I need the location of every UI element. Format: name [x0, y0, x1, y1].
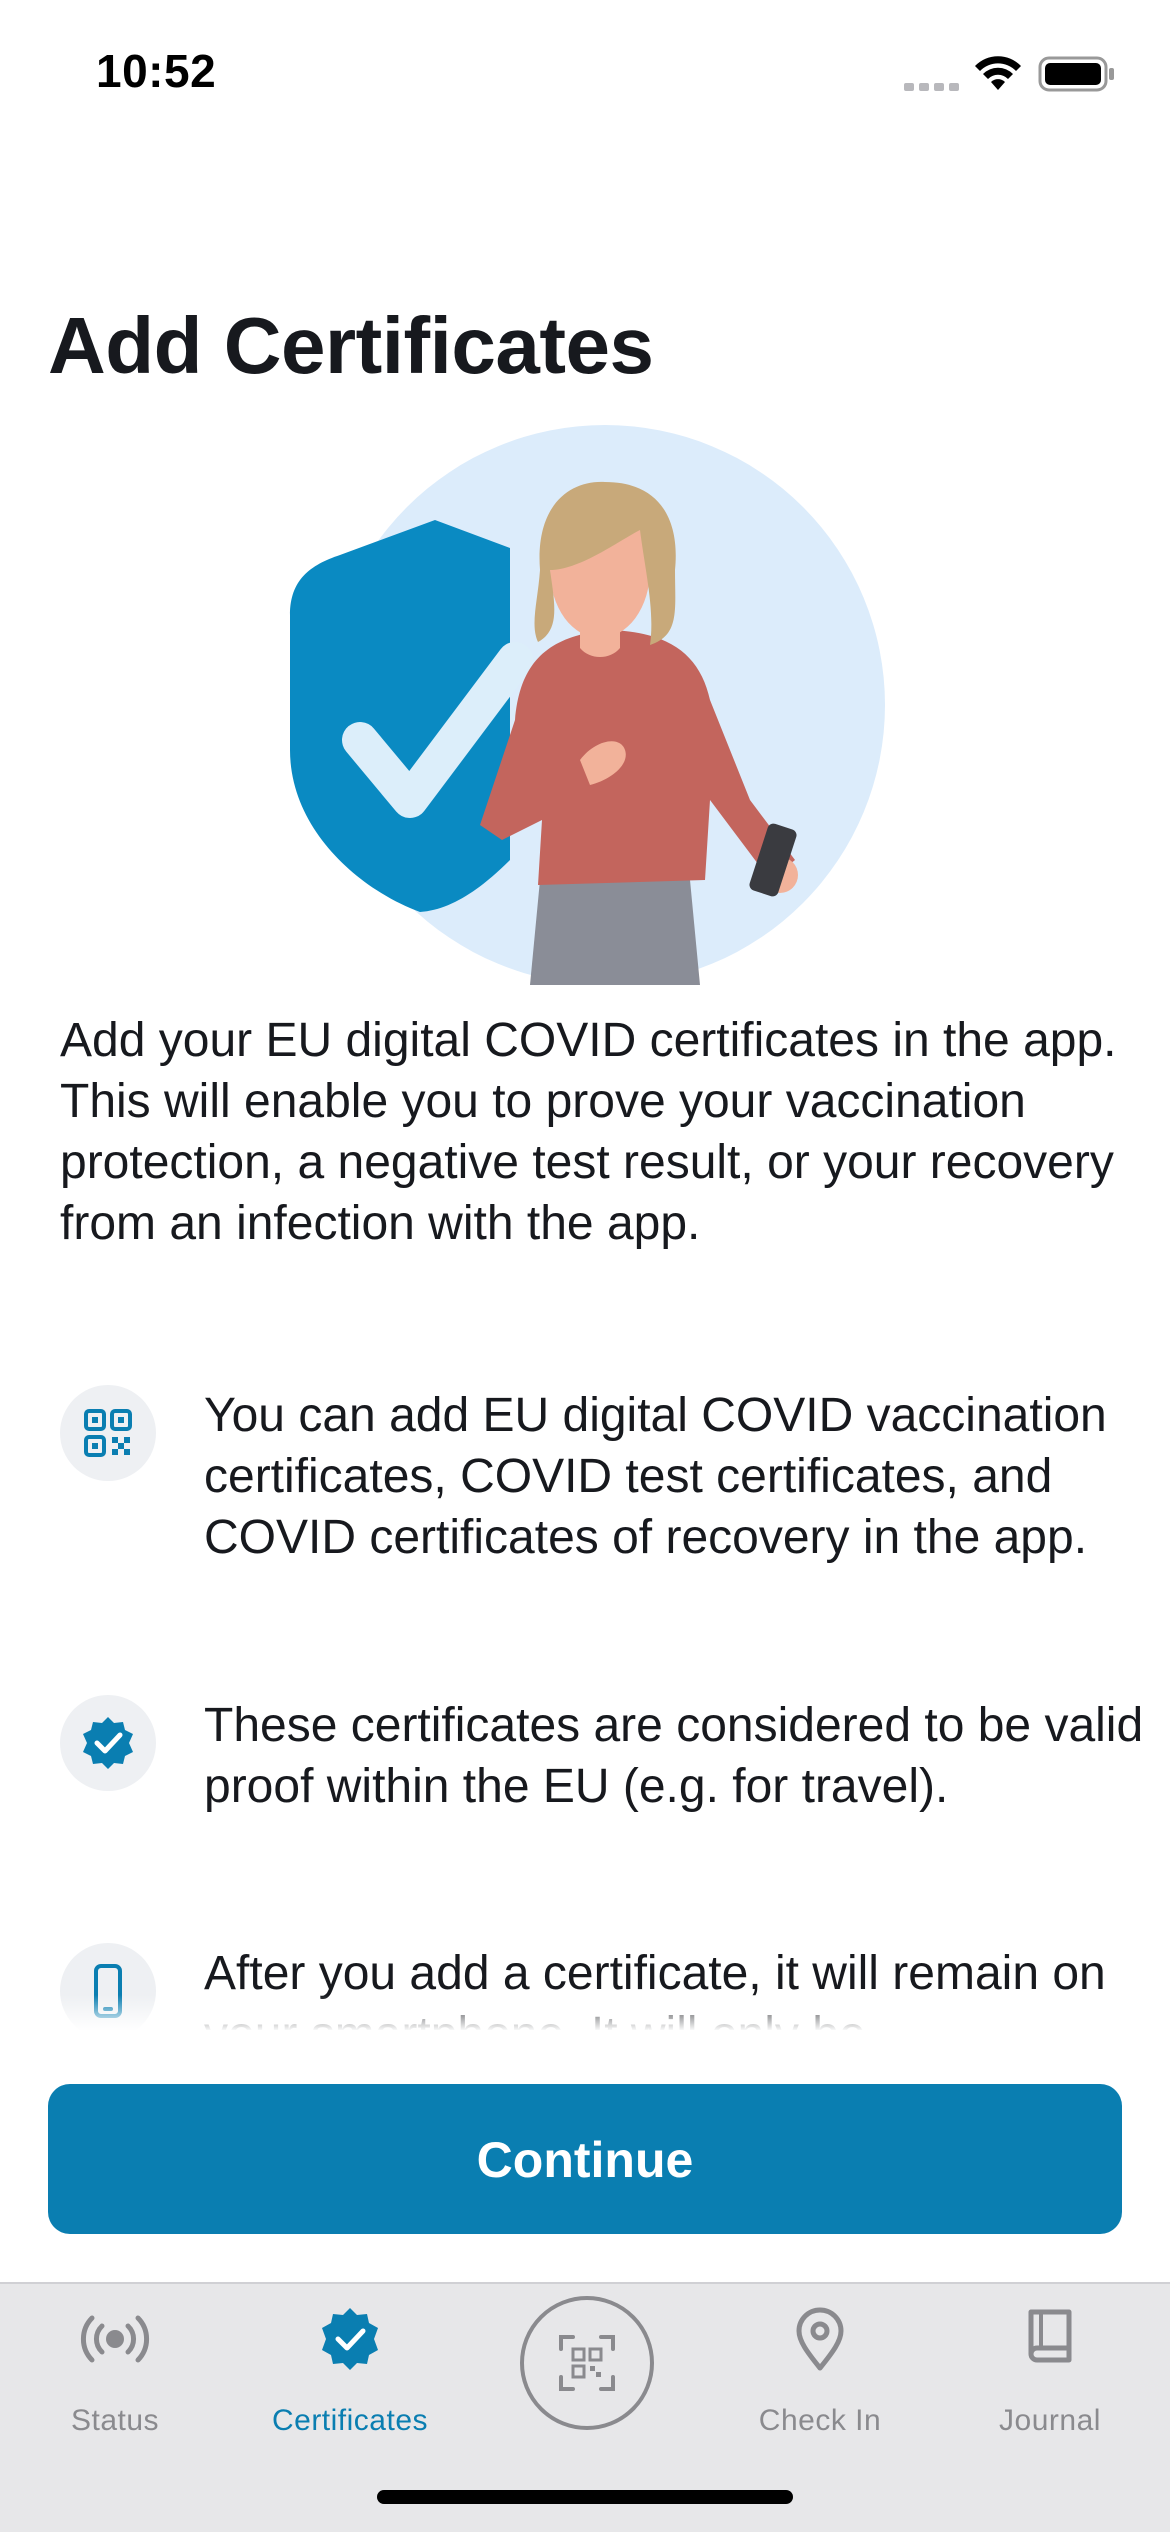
home-indicator	[377, 2490, 793, 2504]
feature-item: These certificates are considered to be …	[60, 1695, 1143, 1895]
tab-label: Check In	[758, 2404, 882, 2437]
tab-certificates[interactable]: Certificates	[250, 2284, 450, 2474]
tab-label: Journal	[999, 2404, 1101, 2437]
qr-scan-button[interactable]	[520, 2296, 654, 2430]
verified-badge-icon	[60, 1695, 156, 1791]
wifi-icon	[975, 56, 1021, 90]
status-time: 10:52	[96, 45, 217, 97]
tab-label: Certificates	[271, 2404, 429, 2437]
book-icon	[1028, 2309, 1072, 2363]
feature-text: These certificates are considered to be …	[204, 1699, 1144, 1813]
tab-check-in[interactable]: Check In	[730, 2284, 910, 2474]
battery-icon	[1038, 56, 1114, 92]
location-pin-icon	[796, 2307, 844, 2371]
feature-text: You can add EU digital COVID vaccination…	[204, 1389, 1107, 1564]
continue-button[interactable]: Continue	[48, 2084, 1122, 2234]
add-certificates-screen: 10:52 Add Certificates Add your EU digit…	[0, 0, 1170, 2532]
status-bar: 10:52	[0, 0, 1170, 150]
qr-code-icon	[60, 1385, 156, 1481]
intro-text: Add your EU digital COVID certificates i…	[60, 1014, 1117, 1250]
content-scroll-area[interactable]: Add your EU digital COVID certificates i…	[0, 1000, 1170, 2030]
feature-item: You can add EU digital COVID vaccination…	[60, 1385, 1120, 1585]
broadcast-icon	[80, 2315, 150, 2363]
qr-scan-icon	[559, 2335, 615, 2391]
woman-with-shield-illustration	[290, 425, 885, 985]
tab-label: Status	[70, 2404, 160, 2437]
tab-status[interactable]: Status	[40, 2284, 190, 2474]
page-title: Add Certificates	[48, 301, 654, 390]
verified-badge-icon	[322, 2308, 378, 2370]
content-fade	[0, 1995, 1170, 2030]
cellular-signal-icon	[904, 83, 959, 91]
tab-journal[interactable]: Journal	[970, 2284, 1130, 2474]
